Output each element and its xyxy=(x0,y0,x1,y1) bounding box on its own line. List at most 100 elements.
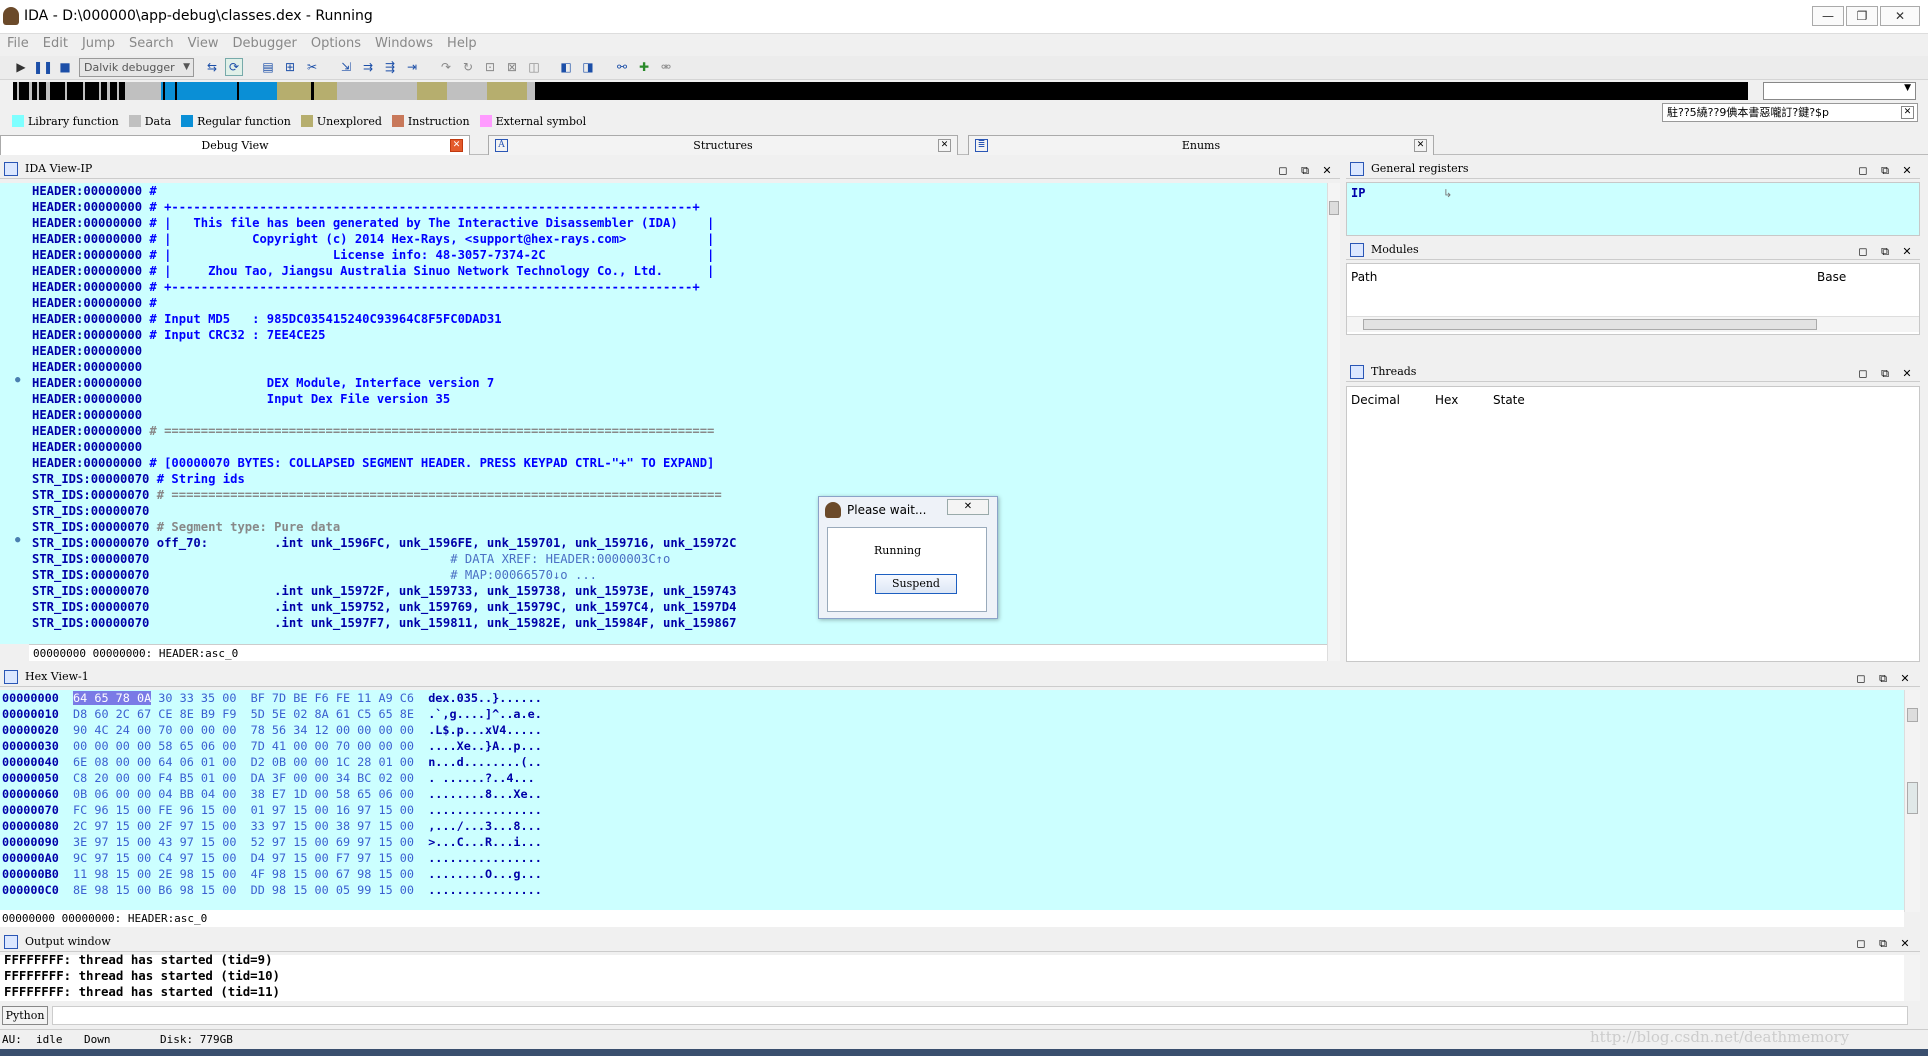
view-proximity-icon[interactable]: ◨ xyxy=(579,58,597,76)
listing-line[interactable]: HEADER:00000000 # Input CRC32 : 7EE4CE25 xyxy=(32,327,736,343)
run-until-return-icon[interactable]: ⇶ xyxy=(381,58,399,76)
threads-panel[interactable]: Decimal Hex State xyxy=(1346,386,1920,662)
start-process-icon[interactable]: ▶ xyxy=(12,58,30,76)
listing-line[interactable]: HEADER:00000000 # Input MD5 : 985DC03541… xyxy=(32,311,736,327)
navigation-band[interactable] xyxy=(13,82,1748,100)
listing-line[interactable]: HEADER:00000000 # +---------------------… xyxy=(32,199,736,215)
hex-row[interactable]: 00000050 C8 20 00 00 F4 B5 01 00 DA 3F 0… xyxy=(2,770,542,786)
hex-row[interactable]: 00000040 6E 08 00 00 64 06 01 00 D2 0B 0… xyxy=(2,754,542,770)
listing-line[interactable]: STR_IDS:00000070 .int unk_1597F7, unk_15… xyxy=(32,615,736,631)
panel-close-icon[interactable]: ✕ xyxy=(1898,242,1916,262)
menu-search[interactable]: Search xyxy=(122,34,181,53)
view-graph-icon[interactable]: ◧ xyxy=(557,58,575,76)
listing-line[interactable]: STR_IDS:00000070 # MAP:00066570↓o ... xyxy=(32,567,736,583)
hex-row[interactable]: 00000010 D8 60 2C 67 CE 8E B9 F9 5D 5E 0… xyxy=(2,706,542,722)
debugger-select[interactable]: Dalvik debugger ▼ xyxy=(79,58,194,77)
panel-close-icon[interactable]: ✕ xyxy=(1896,669,1914,689)
jump-arrow-icon[interactable]: ↳ xyxy=(1443,187,1452,200)
menu-jump[interactable]: Jump xyxy=(75,34,122,53)
listing-line[interactable]: STR_IDS:00000070 # =====================… xyxy=(32,487,736,503)
trace-over-icon[interactable]: ↻ xyxy=(459,58,477,76)
add-watch-icon[interactable]: ✚ xyxy=(635,58,653,76)
listing-line[interactable]: HEADER:00000000 # +---------------------… xyxy=(32,279,736,295)
menu-debugger[interactable]: Debugger xyxy=(225,34,303,53)
panel-restore-icon[interactable]: ◻ xyxy=(1854,364,1872,384)
listing-line[interactable]: HEADER:00000000 Input Dex File version 3… xyxy=(32,391,736,407)
scroll-thumb[interactable] xyxy=(1329,201,1339,215)
panel-close-icon[interactable]: ✕ xyxy=(1896,934,1914,954)
ida-view-scrollbar[interactable] xyxy=(1327,183,1340,661)
tab-enums[interactable]: ≣ Enums ✕ xyxy=(968,135,1434,155)
panel-close-icon[interactable]: ✕ xyxy=(1898,161,1916,181)
breakpoint-list-icon[interactable]: ▤ xyxy=(259,58,277,76)
hex-view-dump[interactable]: 00000000 64 65 78 0A 30 33 35 00 BF 7D B… xyxy=(0,690,1904,910)
tab-debug-view[interactable]: Debug View ✕ xyxy=(0,135,470,155)
hex-row[interactable]: 00000060 0B 06 00 00 04 BB 04 00 38 E7 1… xyxy=(2,786,542,802)
trace-options-icon[interactable]: ◫ xyxy=(525,58,543,76)
hex-row[interactable]: 00000000 64 65 78 0A 30 33 35 00 BF 7D B… xyxy=(2,690,542,706)
hex-view-scrollbar[interactable] xyxy=(1904,690,1920,912)
panel-close-icon[interactable]: ✕ xyxy=(1898,364,1916,384)
modules-panel[interactable]: Path Base xyxy=(1346,263,1920,335)
listing-line[interactable]: HEADER:00000000 # | License info: 48-305… xyxy=(32,247,736,263)
panel-float-icon[interactable]: ⧉ xyxy=(1876,242,1894,262)
registers-panel[interactable]: IP ↳ xyxy=(1346,182,1920,236)
column-base[interactable]: Base xyxy=(1817,270,1846,284)
listing-line[interactable]: HEADER:00000000 # xyxy=(32,295,736,311)
listing-line[interactable]: HEADER:00000000 xyxy=(32,343,736,359)
column-hex[interactable]: Hex xyxy=(1435,393,1458,407)
listing-line[interactable]: STR_IDS:00000070 .int unk_159752, unk_15… xyxy=(32,599,736,615)
pause-process-icon[interactable]: ❚❚ xyxy=(33,58,53,76)
close-icon[interactable]: ✕ xyxy=(938,139,951,152)
minimize-button[interactable]: — xyxy=(1812,6,1844,26)
step-over-icon[interactable]: ⇉ xyxy=(359,58,377,76)
hex-row[interactable]: 00000020 90 4C 24 00 70 00 00 00 78 56 3… xyxy=(2,722,542,738)
tab-structures[interactable]: A Structures ✕ xyxy=(488,135,958,155)
trace-clear-icon[interactable]: ⊠ xyxy=(503,58,521,76)
hex-row[interactable]: 000000C0 8E 98 15 00 B6 98 15 00 DD 98 1… xyxy=(2,882,542,898)
restore-button[interactable]: ❐ xyxy=(1846,6,1878,26)
close-icon[interactable]: ✕ xyxy=(1414,139,1427,152)
watch-icon[interactable]: ⚯ xyxy=(613,58,631,76)
stop-process-icon[interactable]: ■ xyxy=(56,58,74,76)
listing-line[interactable]: HEADER:00000000 DEX Module, Interface ve… xyxy=(32,375,736,391)
output-scrollbar[interactable] xyxy=(1904,955,1920,1001)
panel-float-icon[interactable]: ⧉ xyxy=(1874,669,1892,689)
menu-edit[interactable]: Edit xyxy=(36,34,75,53)
column-path[interactable]: Path xyxy=(1351,270,1377,284)
panel-restore-icon[interactable]: ◻ xyxy=(1274,161,1292,181)
dialog-close-button[interactable]: ✕ xyxy=(947,499,989,515)
hex-row[interactable]: 00000090 3E 97 15 00 43 97 15 00 52 97 1… xyxy=(2,834,542,850)
output-log[interactable]: FFFFFFFF: thread has started (tid=9) FFFF… xyxy=(0,952,1904,1001)
attach-icon[interactable]: ⇆ xyxy=(203,58,221,76)
listing-line[interactable]: HEADER:00000000 # | This file has been g… xyxy=(32,215,736,231)
close-icon[interactable]: ✕ xyxy=(450,139,463,152)
listing-line[interactable]: HEADER:00000000 # xyxy=(32,183,736,199)
menu-view[interactable]: View xyxy=(181,34,226,53)
listing-line[interactable]: HEADER:00000000 # ======================… xyxy=(32,423,736,439)
listing-line[interactable]: HEADER:00000000 xyxy=(32,407,736,423)
column-state[interactable]: State xyxy=(1493,393,1525,407)
step-into-icon[interactable]: ⇲ xyxy=(337,58,355,76)
hex-row[interactable]: 00000070 FC 96 15 00 FE 96 15 00 01 97 1… xyxy=(2,802,542,818)
panel-float-icon[interactable]: ⧉ xyxy=(1296,161,1314,181)
add-breakpoint-icon[interactable]: ⊞ xyxy=(281,58,299,76)
suspend-button[interactable]: Suspend xyxy=(875,574,957,594)
panel-float-icon[interactable]: ⧉ xyxy=(1876,364,1894,384)
panel-float-icon[interactable]: ⧉ xyxy=(1874,934,1892,954)
listing-line[interactable]: STR_IDS:00000070 # String ids xyxy=(32,471,736,487)
trace-into-icon[interactable]: ↷ xyxy=(437,58,455,76)
command-input[interactable] xyxy=(52,1006,1908,1025)
panel-close-icon[interactable]: ✕ xyxy=(1318,161,1336,181)
menu-help[interactable]: Help xyxy=(440,34,484,53)
listing-line[interactable]: HEADER:00000000 # | Copyright (c) 2014 H… xyxy=(32,231,736,247)
hex-row[interactable]: 00000080 2C 97 15 00 2F 97 15 00 33 97 1… xyxy=(2,818,542,834)
python-button[interactable]: Python xyxy=(2,1006,48,1025)
hex-row[interactable]: 00000030 00 00 00 00 58 65 06 00 7D 41 0… xyxy=(2,738,542,754)
delete-breakpoint-icon[interactable]: ✂ xyxy=(303,58,321,76)
listing-line[interactable]: HEADER:00000000 # [00000070 BYTES: COLLA… xyxy=(32,455,736,471)
menu-file[interactable]: File xyxy=(0,34,36,53)
panel-restore-icon[interactable]: ◻ xyxy=(1852,934,1870,954)
listing-line[interactable]: STR_IDS:00000070 off_70: .int unk_1596FC… xyxy=(32,535,736,551)
panel-restore-icon[interactable]: ◻ xyxy=(1854,242,1872,262)
